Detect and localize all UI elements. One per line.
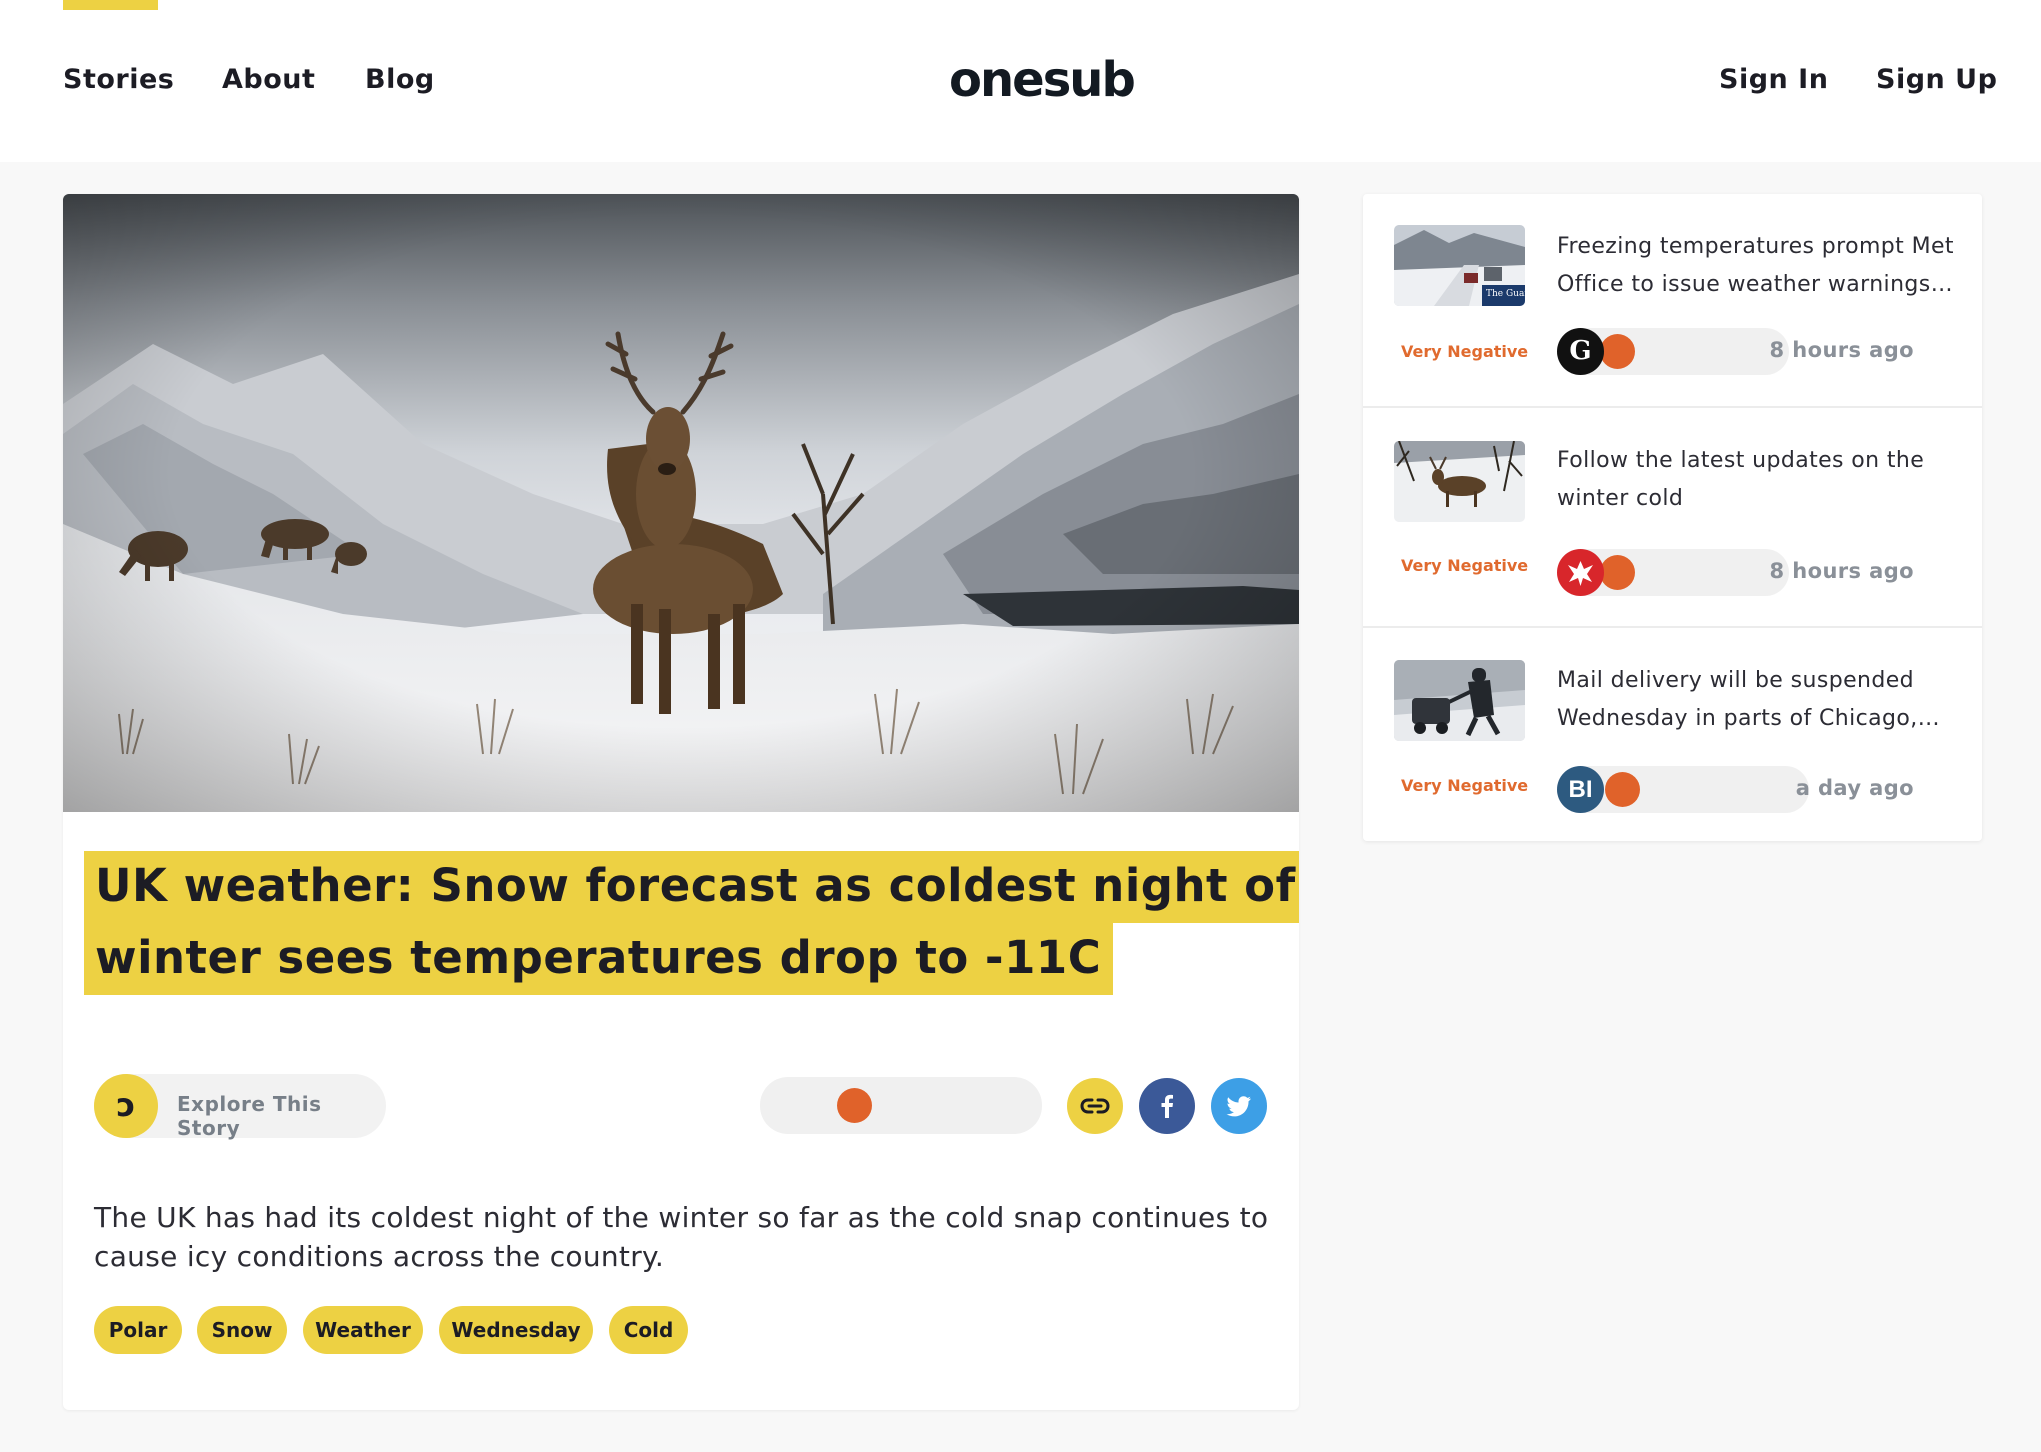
featured-story-card: UK weather: Snow forecast as coldest nig… (63, 194, 1299, 1410)
sentiment-label: Very Negative (1401, 776, 1529, 795)
eagle-icon (1557, 549, 1604, 596)
story-thumbnail: The Guardian (1394, 225, 1525, 306)
tag-wednesday[interactable]: Wednesday (439, 1306, 593, 1354)
related-story-item[interactable]: Mail delivery will be suspended Wednesda… (1363, 626, 1982, 840)
guardian-thumb-text: The Guardian (1486, 289, 1525, 299)
hero-image[interactable] (63, 194, 1299, 812)
business-insider-icon: BI (1557, 766, 1604, 813)
headline-line-2: winter sees temperatures drop to -11C (84, 923, 1114, 995)
copy-link-button[interactable] (1067, 1078, 1123, 1134)
tag-cold[interactable]: Cold (609, 1306, 688, 1354)
guardian-icon: G (1557, 328, 1604, 375)
published-time: 8 hours ago (1769, 559, 1914, 583)
sentiment-indicator (1600, 555, 1635, 590)
sentiment-label: Very Negative (1401, 342, 1529, 361)
related-story-title: Mail delivery will be suspended Wednesda… (1557, 668, 1940, 731)
sentiment-label: Very Negative (1401, 556, 1529, 575)
related-story-title: Freezing temperatures prompt Met Office … (1557, 234, 1954, 297)
story-headline[interactable]: UK weather: Snow forecast as coldest nig… (84, 851, 1299, 995)
onesub-logo-icon: ɔ (94, 1074, 158, 1138)
link-icon (1080, 1098, 1110, 1114)
tag-polar[interactable]: Polar (94, 1306, 182, 1354)
nav-link-blog[interactable]: Blog (365, 64, 435, 95)
sign-in-link[interactable]: Sign In (1719, 64, 1828, 95)
related-story-item[interactable]: The Guardian Freezing temperatures promp… (1363, 194, 1982, 408)
sentiment-indicator (837, 1088, 872, 1123)
nav-link-about[interactable]: About (222, 64, 315, 95)
tag-weather[interactable]: Weather (303, 1306, 423, 1354)
story-thumbnail (1394, 660, 1525, 741)
related-stories-sidebar: The Guardian Freezing temperatures promp… (1363, 194, 1982, 841)
nav-link-stories[interactable]: Stories (63, 64, 174, 95)
top-nav: Stories About Blog onesub Sign In Sign U… (0, 0, 2041, 162)
tag-snow[interactable]: Snow (197, 1306, 287, 1354)
active-nav-indicator (63, 0, 158, 10)
headline-line-1: UK weather: Snow forecast as coldest nig… (84, 851, 1299, 923)
story-thumbnail (1394, 441, 1525, 522)
sentiment-meter (760, 1077, 1042, 1134)
published-time: a day ago (1795, 776, 1914, 800)
share-facebook-button[interactable] (1139, 1078, 1195, 1134)
published-time: 8 hours ago (1769, 338, 1914, 362)
explore-story-button[interactable]: ɔ Explore This Story (94, 1074, 386, 1140)
twitter-icon (1226, 1096, 1251, 1117)
sentiment-indicator (1600, 334, 1635, 369)
explore-story-label: Explore This Story (177, 1092, 322, 1140)
story-summary: The UK has had its coldest night of the … (94, 1201, 1269, 1273)
share-twitter-button[interactable] (1211, 1078, 1267, 1134)
site-logo[interactable]: onesub (949, 52, 1136, 108)
related-story-item[interactable]: Follow the latest updates on the winter … (1363, 406, 1982, 620)
sentiment-indicator (1605, 772, 1640, 807)
sign-up-link[interactable]: Sign Up (1876, 64, 1997, 95)
facebook-icon (1161, 1094, 1173, 1118)
related-story-title: Follow the latest updates on the winter … (1557, 448, 1925, 511)
